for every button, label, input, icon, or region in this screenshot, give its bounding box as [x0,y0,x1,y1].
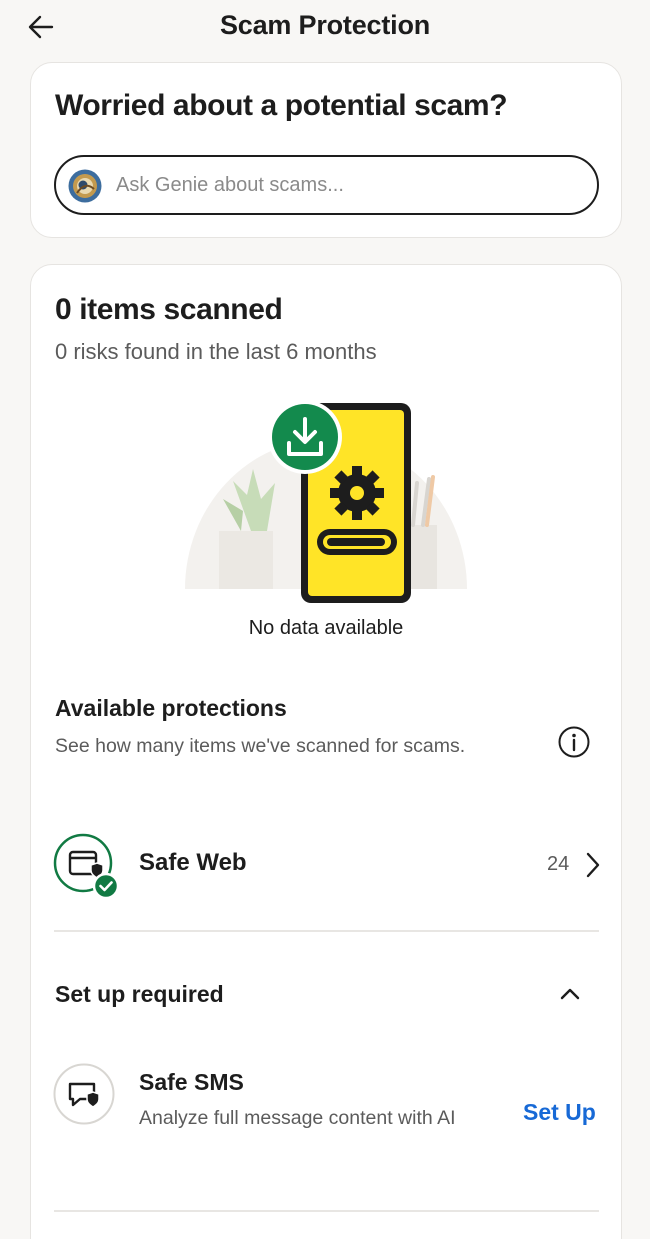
no-data-label: No data available [248,617,404,639]
safe-web-label: Safe Web [139,849,247,876]
chevron-up-icon [560,988,580,1000]
items-scanned-title: 0 items scanned [55,293,283,326]
safe-sms-description: Analyze full message content with AI [139,1107,456,1129]
available-protections-title: Available protections [55,695,287,721]
setup-required-title: Set up required [55,981,224,1007]
available-protections-description: See how many items we've scanned for sca… [55,735,466,757]
browser-shield-icon [53,833,119,899]
message-shield-icon [53,1063,115,1125]
scan-card: 0 items scanned 0 risks found in the las… [30,264,622,1239]
genie-card: Worried about a potential scam? Ask Geni… [30,62,622,238]
set-up-button[interactable]: Set Up [523,1099,596,1126]
safe-web-count: 24 [547,853,570,875]
safe-web-row[interactable]: Safe Web 24 [31,825,623,905]
top-bar: Scam Protection [0,0,650,54]
page-title: Scam Protection [219,10,431,40]
collapse-setup-button[interactable] [555,979,585,1009]
divider [54,1210,599,1212]
phone-download-gear-illustration [185,400,467,603]
risks-found-subtitle: 0 risks found in the last 6 months [55,339,377,364]
ask-genie-input[interactable]: Ask Genie about scams... [54,155,599,215]
chevron-right-icon [586,852,600,878]
safe-sms-label: Safe SMS [139,1069,244,1095]
info-button[interactable] [557,725,591,759]
info-icon [558,726,590,758]
genie-card-title: Worried about a potential scam? [55,89,508,122]
genie-avatar-icon [68,169,102,203]
ask-genie-placeholder: Ask Genie about scams... [116,174,344,196]
divider [54,930,599,932]
